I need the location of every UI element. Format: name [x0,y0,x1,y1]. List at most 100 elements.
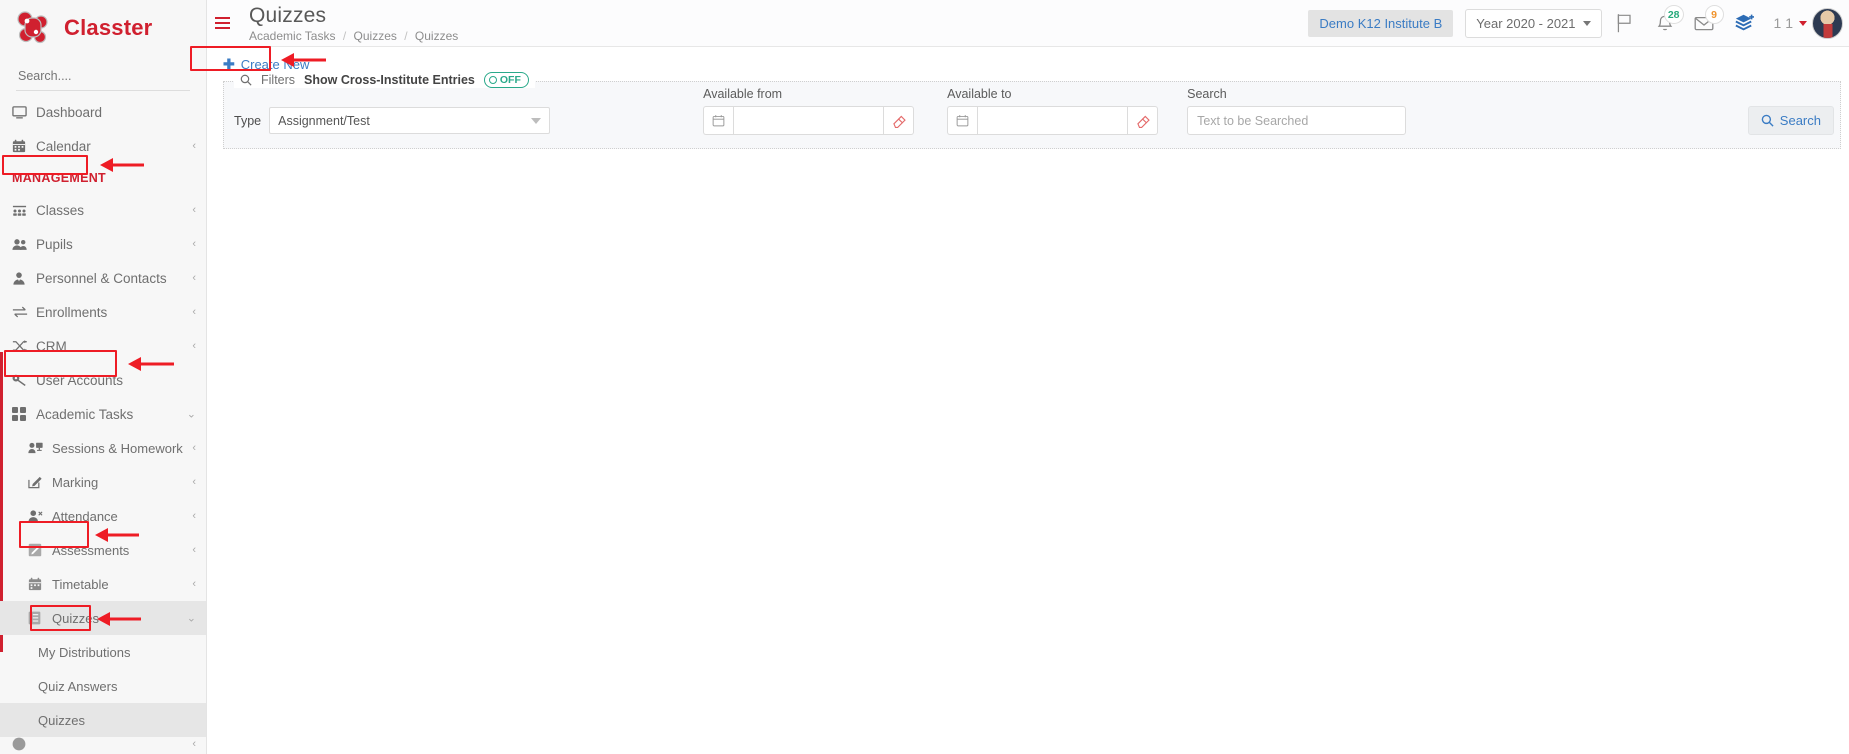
topbar-right: Demo K12 Institute B Year 2020 - 2021 28… [1308,0,1849,46]
sidebar-item-classes[interactable]: Classes ‹ [0,193,206,227]
breadcrumb-item-2[interactable]: Quizzes [415,29,458,43]
sidebar-item-label: Attendance [52,508,118,524]
sidebar-item-personnel-contacts[interactable]: Personnel & Contacts ‹ [0,261,206,295]
brand[interactable]: Classter [0,0,206,55]
sidebar-search[interactable] [16,67,190,91]
available-from-control [703,106,915,135]
users-icon [12,237,34,252]
sidebar-item-enrollments[interactable]: Enrollments ‹ [0,295,206,329]
sidebar-item-quiz-answers[interactable]: Quiz Answers [0,669,206,703]
sidebar-item-quizzes-leaf[interactable]: Quizzes [0,703,206,737]
breadcrumb-item-1[interactable]: Quizzes [354,29,397,43]
chevron-down-icon [1582,20,1591,26]
available-from-input[interactable] [733,106,885,135]
cross-institute-toggle[interactable]: OFF [483,72,529,88]
filters-row: Type Assignment/Test Available from Avai… [224,82,1840,148]
shuffle-icon [12,339,34,353]
chevron-left-icon: ‹ [192,140,196,152]
user-count-selector[interactable]: 1 1 [1774,15,1807,31]
sidebar-item-label: CRM [36,338,67,354]
search-icon [1761,114,1774,127]
sidebar-item-label: Sessions & Homework [52,440,183,456]
type-label: Type [234,113,262,128]
filters-label: Filters [261,73,296,87]
key-icon [12,373,34,387]
sidebar-item-pupils[interactable]: Pupils ‹ [0,227,206,261]
eraser-icon[interactable] [884,106,915,135]
sidebar-item-dashboard[interactable]: Dashboard [0,95,206,129]
sidebar-item-label: Personnel & Contacts [36,270,167,286]
year-selector[interactable]: Year 2020 - 2021 [1465,8,1602,38]
calendar-alt-icon [28,577,50,591]
envelope-mail-icon[interactable]: 9 [1688,3,1724,43]
sidebar-item-my-distributions[interactable]: My Distributions [0,635,206,669]
eraser-icon[interactable] [1128,106,1159,135]
search-text-group: Search [1187,87,1407,148]
chevron-left-icon: ‹ [192,578,196,590]
sidebar-item-user-accounts[interactable]: User Accounts [0,363,206,397]
available-to-input[interactable] [977,106,1129,135]
chevron-left-icon: ‹ [192,738,196,750]
create-new-button[interactable]: ✚ Create New [223,56,309,73]
sidebar-section-label: MANAGEMENT [12,171,106,185]
sidebar: Classter Dashboard [0,0,207,754]
search-button-label: Search [1779,113,1821,128]
institute-selector[interactable]: Demo K12 Institute B [1308,9,1454,37]
sidebar-item-academic-tasks[interactable]: Academic Tasks ⌄ [0,397,206,431]
year-selector-label: Year 2020 - 2021 [1476,15,1576,31]
search-input[interactable] [1187,106,1407,135]
bell-notification-icon[interactable]: 28 [1648,3,1684,43]
sidebar-item-attendance[interactable]: Attendance ‹ [0,499,206,533]
chevron-left-icon: ‹ [192,544,196,556]
sidebar-item-assessments[interactable]: Assessments ‹ [0,533,206,567]
hamburger-menu-icon[interactable] [215,17,245,29]
flag-icon[interactable] [1608,3,1642,43]
sidebar-item-label: User Accounts [36,372,124,388]
chevron-left-icon: ‹ [192,442,196,454]
person-tie-icon [12,271,34,286]
sidebar-search-input[interactable] [16,68,190,84]
presentation-icon [28,441,50,455]
sidebar-item-label: Assessments [52,542,130,558]
title-block: Quizzes Academic Tasks / Quizzes / Quizz… [249,5,458,42]
brand-name: Classter [64,14,153,40]
available-from-label: Available from [703,87,783,101]
toggle-knob-icon [488,76,497,84]
breadcrumb-item-0[interactable]: Academic Tasks [249,29,335,43]
avatar[interactable] [1812,7,1843,39]
sidebar-item-sessions-homework[interactable]: Sessions & Homework ‹ [0,431,206,465]
sidebar-item-crm[interactable]: CRM ‹ [0,329,206,363]
plus-icon: ✚ [223,55,235,72]
sidebar-item-calendar[interactable]: Calendar ‹ [0,129,206,163]
sidebar-item-timetable[interactable]: Timetable ‹ [0,567,206,601]
calendar-small-icon[interactable] [947,106,978,135]
search-button[interactable]: Search [1747,106,1834,135]
sidebar-item-quizzes[interactable]: Quizzes ⌄ [0,601,206,635]
breadcrumb-separator: / [404,28,408,43]
sidebar-item-label: Quizzes [52,610,99,626]
filters-legend: Filters Show Cross-Institute Entries OFF [234,72,535,88]
notification-badge: 28 [1663,5,1684,24]
sidebar-item-next-partial[interactable]: ‹ [0,737,206,751]
calendar-small-icon[interactable] [703,106,734,135]
type-select-value: Assignment/Test [278,113,370,128]
add-layer-icon[interactable] [1728,3,1762,43]
classter-logo-icon [14,9,52,47]
top-bar: Quizzes Academic Tasks / Quizzes / Quizz… [207,0,1849,47]
chevron-left-icon: ‹ [192,510,196,522]
sidebar-item-label: Quiz Answers [38,678,118,694]
sidebar-item-label: Marking [52,474,99,490]
sidebar-item-label: Pupils [36,236,73,252]
monitor-icon [12,105,34,120]
sidebar-item-label: Quizzes [38,712,85,728]
sidebar-item-label: Enrollments [36,304,108,320]
circle-partial-icon [12,737,34,751]
sidebar-item-marking[interactable]: Marking ‹ [0,465,206,499]
chevron-left-icon: ‹ [192,272,196,284]
type-select[interactable]: Assignment/Test [269,107,551,134]
create-new-label: Create New [240,56,310,72]
filter-panel: Filters Show Cross-Institute Entries OFF… [223,72,1841,149]
classes-icon [12,203,34,218]
chevron-down-icon: ⌄ [186,612,196,625]
cross-institute-toggle-label: OFF [499,74,521,86]
